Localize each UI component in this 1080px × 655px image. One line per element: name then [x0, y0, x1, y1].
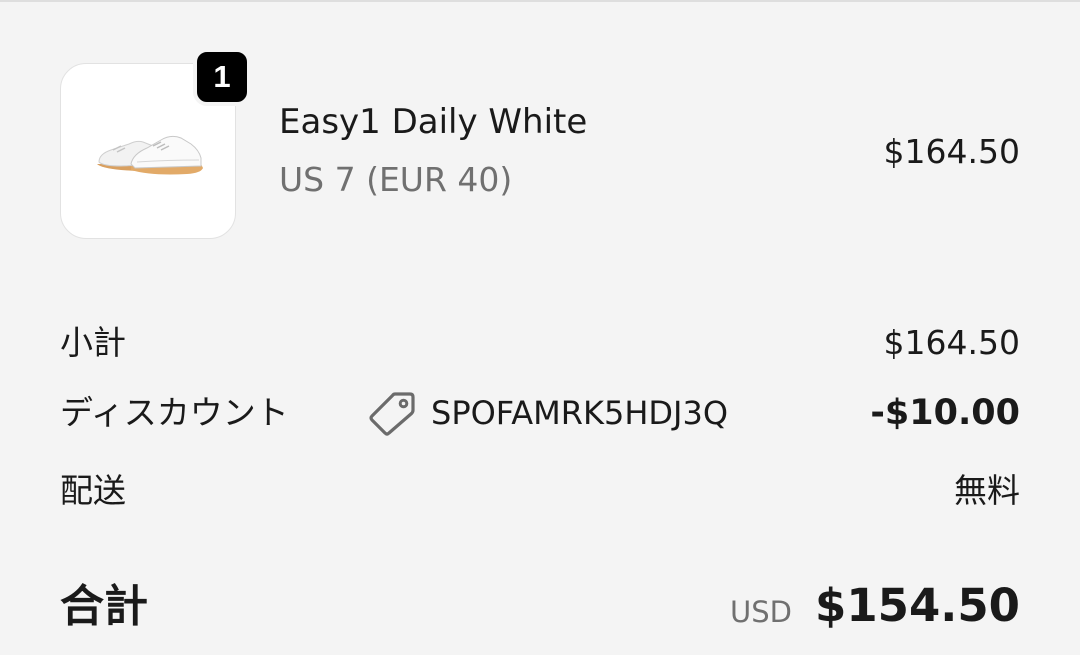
total-label: 合計	[60, 581, 148, 632]
product-variant: US 7 (EUR 40)	[279, 160, 513, 199]
sneaker-image	[97, 135, 203, 175]
discount-code: SPOFAMRK5HDJ3Q	[368, 390, 728, 436]
shipping-value: 無料	[954, 471, 1020, 510]
discount-label: ディスカウント	[60, 393, 289, 432]
product-name: Easy1 Daily White	[279, 102, 588, 142]
total-currency: USD	[730, 595, 792, 629]
shipping-label: 配送	[60, 471, 126, 510]
total-value: $154.50	[815, 579, 1020, 632]
product-price: $164.50	[883, 132, 1020, 171]
tag-icon	[368, 390, 416, 436]
subtotal-label: 小計	[60, 323, 126, 362]
quantity-badge: 1	[193, 48, 251, 106]
subtotal-value: $164.50	[883, 323, 1020, 362]
discount-value: -$10.00	[870, 393, 1020, 433]
discount-code-text: SPOFAMRK5HDJ3Q	[431, 394, 729, 432]
top-divider	[0, 0, 1080, 2]
